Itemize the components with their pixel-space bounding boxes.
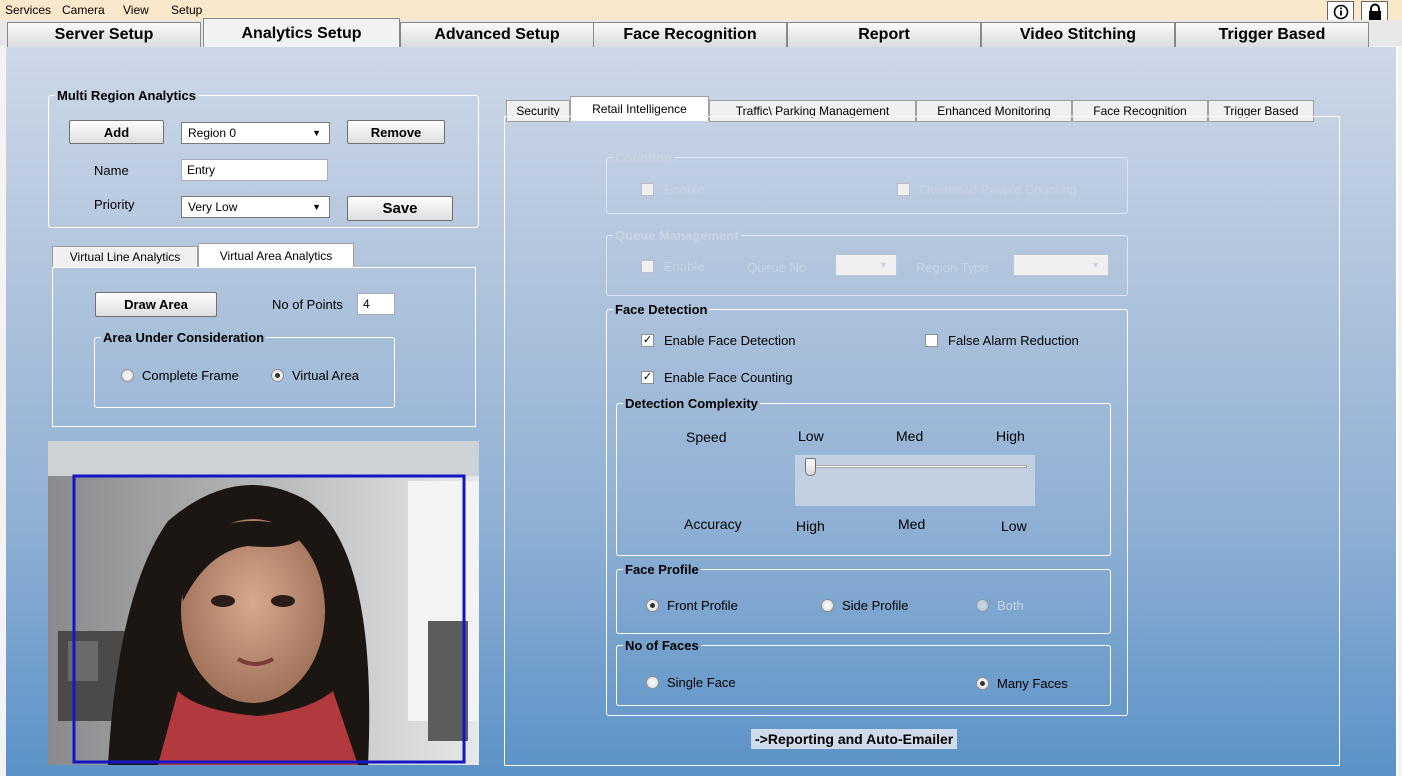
menu-setup[interactable]: Setup (171, 3, 202, 17)
speed-label: Speed (686, 429, 727, 445)
side-profile-radio[interactable]: Side Profile (821, 598, 908, 613)
enable-face-counting-label: Enable Face Counting (664, 370, 793, 385)
region-type-label: Region Type (916, 260, 989, 275)
multi-region-title: Multi Region Analytics (57, 88, 196, 103)
both-profile-label: Both (997, 598, 1024, 613)
queue-no-select[interactable]: ▼ (835, 254, 897, 276)
face-detection-title: Face Detection (615, 302, 708, 317)
camera-preview[interactable] (48, 441, 479, 765)
tab-virtual-line-analytics[interactable]: Virtual Line Analytics (52, 246, 198, 268)
slider-track (807, 465, 1027, 468)
chevron-down-icon: ▼ (1091, 260, 1100, 270)
radio-selected-icon (271, 369, 284, 382)
accuracy-med-label: Med (898, 516, 926, 532)
priority-select-value: Very Low (188, 200, 238, 214)
checkbox-icon (641, 183, 654, 196)
complete-frame-label: Complete Frame (142, 368, 239, 383)
front-profile-label: Front Profile (667, 598, 738, 613)
enable-face-detection-label: Enable Face Detection (664, 333, 796, 348)
false-alarm-label: False Alarm Reduction (948, 333, 1079, 348)
region-select[interactable]: Region 0 ▼ (181, 122, 330, 144)
queue-no-label: Queue No (747, 260, 807, 275)
tab-server-setup[interactable]: Server Setup (7, 22, 201, 48)
side-profile-label: Side Profile (842, 598, 909, 613)
front-profile-radio[interactable]: Front Profile (646, 598, 738, 613)
priority-label: Priority (94, 197, 135, 212)
radio-icon (821, 599, 834, 612)
name-field[interactable]: Entry (181, 159, 328, 181)
tab-video-stitching[interactable]: Video Stitching (981, 22, 1175, 48)
menu-view[interactable]: View (123, 3, 149, 17)
counting-enable-checkbox[interactable]: Enable (641, 182, 704, 197)
complexity-slider[interactable] (795, 455, 1035, 506)
points-label: No of Points (272, 297, 343, 312)
reporting-auto-emailer-link[interactable]: ->Reporting and Auto-Emailer (751, 729, 958, 749)
menu-camera[interactable]: Camera (62, 3, 105, 17)
tab-report[interactable]: Report (787, 22, 981, 48)
overhead-counting-label: Overhead People Counting (920, 182, 1077, 197)
menu-services[interactable]: Services (5, 3, 51, 17)
checkmark-icon: ✓ (641, 371, 654, 384)
enable-face-detection-checkbox[interactable]: ✓ Enable Face Detection (641, 333, 796, 348)
tab-virtual-area-analytics[interactable]: Virtual Area Analytics (198, 243, 354, 268)
single-face-radio[interactable]: Single Face (646, 675, 736, 690)
tab-trigger-based[interactable]: Trigger Based (1175, 22, 1369, 48)
tab-advanced-setup[interactable]: Advanced Setup (400, 22, 594, 48)
virtual-area-radio[interactable]: Virtual Area (271, 368, 359, 383)
false-alarm-checkbox[interactable]: False Alarm Reduction (925, 333, 1079, 348)
counting-enable-label: Enable (664, 182, 705, 197)
speed-high-label: High (996, 428, 1025, 444)
checkbox-icon (641, 260, 654, 273)
save-region-button[interactable]: Save (347, 196, 453, 221)
accuracy-label: Accuracy (684, 516, 742, 532)
overhead-counting-checkbox[interactable]: Overhead People Counting (897, 182, 1077, 197)
region-type-select[interactable]: ▼ (1013, 254, 1109, 276)
face-profile-title: Face Profile (625, 562, 699, 577)
camera-frame-image (48, 441, 479, 765)
slider-thumb[interactable] (805, 458, 816, 476)
both-profile-radio[interactable]: Both (976, 598, 1024, 613)
region-select-value: Region 0 (188, 126, 237, 140)
radio-selected-icon (646, 599, 659, 612)
name-label: Name (94, 163, 129, 178)
many-faces-radio[interactable]: Many Faces (976, 676, 1068, 691)
speed-low-label: Low (798, 428, 824, 444)
tab-face-recognition[interactable]: Face Recognition (593, 22, 787, 48)
checkbox-icon (925, 334, 938, 347)
menu-bar: Services Camera View Setup (0, 0, 1402, 23)
speed-med-label: Med (896, 428, 924, 444)
accuracy-low-label: Low (1001, 518, 1027, 534)
priority-select[interactable]: Very Low ▼ (181, 196, 330, 218)
complete-frame-radio[interactable]: Complete Frame (121, 368, 239, 383)
radio-icon (976, 599, 989, 612)
many-faces-label: Many Faces (997, 676, 1068, 691)
single-face-label: Single Face (667, 675, 736, 690)
num-faces-group: No of Faces (616, 638, 1111, 706)
add-region-button[interactable]: Add (69, 120, 164, 144)
radio-icon (121, 369, 134, 382)
area-consideration-title: Area Under Consideration (103, 330, 265, 345)
virtual-area-label: Virtual Area (292, 368, 359, 383)
chevron-down-icon: ▼ (879, 260, 888, 270)
draw-area-button[interactable]: Draw Area (95, 292, 217, 317)
points-field[interactable]: 4 (357, 293, 395, 315)
queue-enable-label: Enable (664, 259, 705, 274)
remove-region-button[interactable]: Remove (347, 120, 445, 144)
complexity-title: Detection Complexity (625, 396, 758, 411)
counting-title: Counting (615, 150, 673, 165)
queue-enable-checkbox[interactable]: Enable (641, 259, 704, 274)
radio-selected-icon (976, 677, 989, 690)
checkmark-icon: ✓ (641, 334, 654, 347)
checkbox-icon (897, 183, 910, 196)
chevron-down-icon: ▼ (312, 202, 321, 212)
queue-title: Queue Management (615, 228, 739, 243)
num-faces-title: No of Faces (625, 638, 699, 653)
radio-icon (646, 676, 659, 689)
tab-analytics-setup[interactable]: Analytics Setup (203, 18, 400, 48)
accuracy-high-label: High (796, 518, 825, 534)
chevron-down-icon: ▼ (312, 128, 321, 138)
enable-face-counting-checkbox[interactable]: ✓ Enable Face Counting (641, 370, 793, 385)
